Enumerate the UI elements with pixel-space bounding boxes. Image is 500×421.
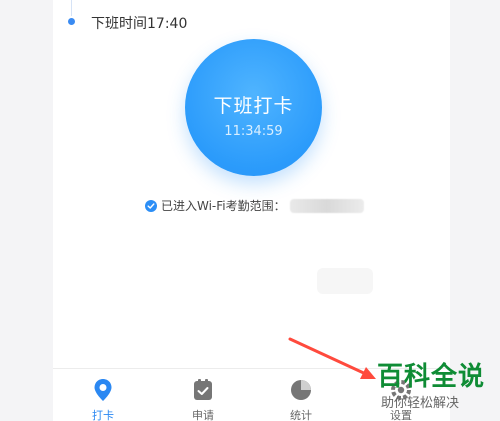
clipboard-check-icon	[173, 378, 233, 405]
watermark-subtitle: 助你轻松解决	[381, 396, 460, 411]
punch-out-button[interactable]: 下班打卡 11:34:59	[185, 39, 322, 176]
tab-punch[interactable]: 打卡	[73, 378, 133, 421]
tab-label: 打卡	[92, 409, 114, 421]
wifi-status-text: 已进入Wi-Fi考勤范围：	[161, 199, 286, 213]
wifi-range-status: 已进入Wi-Fi考勤范围：	[145, 197, 364, 214]
wifi-name-redacted	[289, 198, 364, 213]
timeline-dot	[68, 18, 75, 25]
off-work-time-label: 下班时间17:40	[91, 16, 188, 32]
app-screen: 下班时间17:40 下班打卡 11:34:59 已进入Wi-Fi考勤范围： 打卡	[53, 0, 450, 421]
punch-button-label: 下班打卡	[213, 95, 294, 117]
faded-content	[317, 268, 373, 294]
location-pin-icon	[73, 378, 133, 405]
tab-statistics[interactable]: 统计	[271, 378, 331, 421]
punch-current-time: 11:34:59	[224, 124, 283, 139]
timeline-line	[71, 0, 72, 16]
check-circle-icon	[145, 199, 157, 212]
watermark-logo: 百科全说 助你轻松解决	[377, 361, 495, 411]
watermark-title: 百科全说	[377, 362, 486, 392]
tab-apply[interactable]: 申请	[173, 378, 233, 421]
annotation-arrow	[288, 337, 376, 379]
tab-label: 申请	[192, 409, 214, 421]
tab-label: 统计	[290, 409, 312, 421]
